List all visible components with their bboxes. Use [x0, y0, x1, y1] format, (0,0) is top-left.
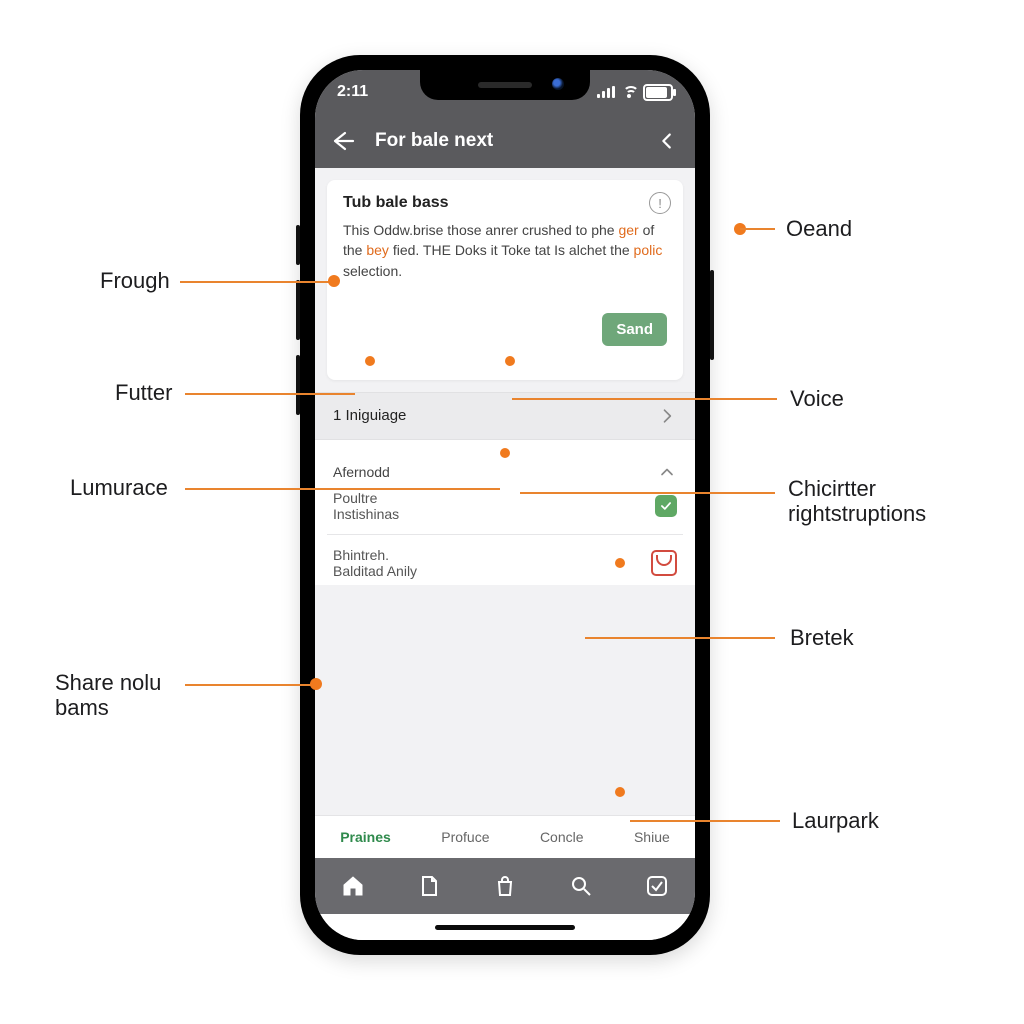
status-time: 2:11 — [337, 83, 368, 101]
empty-area — [315, 585, 695, 815]
option-row[interactable]: Bhintreh. Balditad Anily — [315, 541, 695, 585]
option-label: Poultre Instishinas — [333, 490, 399, 522]
speaker-icon — [478, 82, 532, 88]
leader-line — [185, 393, 355, 395]
sublist-header-row[interactable]: Afernodd — [315, 458, 695, 484]
card-body: This Oddw.brise those anrer crushed to p… — [343, 220, 667, 281]
unchecked-icon — [651, 550, 677, 576]
option-label: Bhintreh. Balditad Anily — [333, 547, 417, 579]
chevron-up-icon — [657, 462, 677, 482]
language-label: 1 Iniguiage — [333, 407, 406, 424]
leader-line — [185, 684, 313, 686]
nav-shop[interactable] — [492, 873, 518, 899]
tab-concle[interactable]: Concle — [540, 829, 584, 845]
header-chevron-button[interactable] — [653, 127, 681, 155]
phone-notch — [420, 70, 590, 100]
option-row[interactable]: Poultre Instishinas — [315, 484, 695, 528]
page-title: For bale next — [375, 130, 635, 152]
nav-search[interactable] — [568, 873, 594, 899]
callout-lumurace: Lumurace — [70, 475, 168, 500]
app-header: For bale next — [315, 114, 695, 168]
phone-side-button — [296, 280, 300, 340]
callout-frough: Frough — [100, 268, 170, 293]
info-card: ! Tub bale bass This Oddw.brise those an… — [327, 180, 683, 380]
callout-oeand: Oeand — [786, 216, 852, 241]
home-indicator-area — [315, 914, 695, 940]
content-area: ! Tub bale bass This Oddw.brise those an… — [315, 168, 695, 392]
leader-line — [585, 637, 775, 639]
phone-side-button — [296, 355, 300, 415]
camera-icon — [552, 78, 564, 90]
bottom-nav — [315, 858, 695, 914]
phone-side-button — [296, 225, 300, 265]
nav-check[interactable] — [644, 873, 670, 899]
options-list: Afernodd Poultre Instishinas — [315, 440, 695, 585]
marker-dot — [615, 558, 625, 568]
callout-share: Share nolu bams — [55, 670, 161, 721]
callout-dot — [328, 275, 340, 287]
tab-shiue[interactable]: Shiue — [634, 829, 670, 845]
checked-icon — [655, 495, 677, 517]
canvas: 2:11 For bale next — [0, 0, 1024, 1024]
phone-side-button — [710, 270, 714, 360]
leader-line — [180, 281, 330, 283]
phone-screen: 2:11 For bale next — [315, 70, 695, 940]
leader-line — [185, 488, 500, 490]
info-icon[interactable]: ! — [649, 192, 671, 214]
marker-dot — [500, 448, 510, 458]
home-indicator[interactable] — [435, 925, 575, 930]
sublist-header-label: Afernodd — [333, 464, 390, 480]
wifi-icon — [621, 86, 637, 98]
callout-voice: Voice — [790, 386, 844, 411]
divider — [327, 534, 683, 535]
nav-home[interactable] — [340, 873, 366, 899]
callout-laurpark: Laurpark — [792, 808, 879, 833]
card-title: Tub bale bass — [343, 194, 667, 212]
battery-icon — [643, 84, 673, 101]
callout-chicirtter: Chicirtter rightstruptions — [788, 476, 926, 527]
tab-profuce[interactable]: Profuce — [441, 829, 489, 845]
chevron-right-icon — [657, 406, 677, 426]
signal-icon — [597, 86, 615, 98]
leader-line — [630, 820, 780, 822]
callout-futter: Futter — [115, 380, 172, 405]
marker-dot — [505, 356, 515, 366]
leader-line — [512, 398, 777, 400]
callout-dot — [310, 678, 322, 690]
back-button[interactable] — [329, 127, 357, 155]
tab-praines[interactable]: Praines — [340, 829, 391, 845]
callout-bretek: Bretek — [790, 625, 854, 650]
leader-line — [740, 228, 775, 230]
leader-line — [520, 492, 775, 494]
send-button[interactable]: Sand — [602, 313, 667, 346]
marker-dot — [615, 787, 625, 797]
nav-docs[interactable] — [416, 873, 442, 899]
card-dot-row — [343, 346, 667, 368]
marker-dot — [365, 356, 375, 366]
